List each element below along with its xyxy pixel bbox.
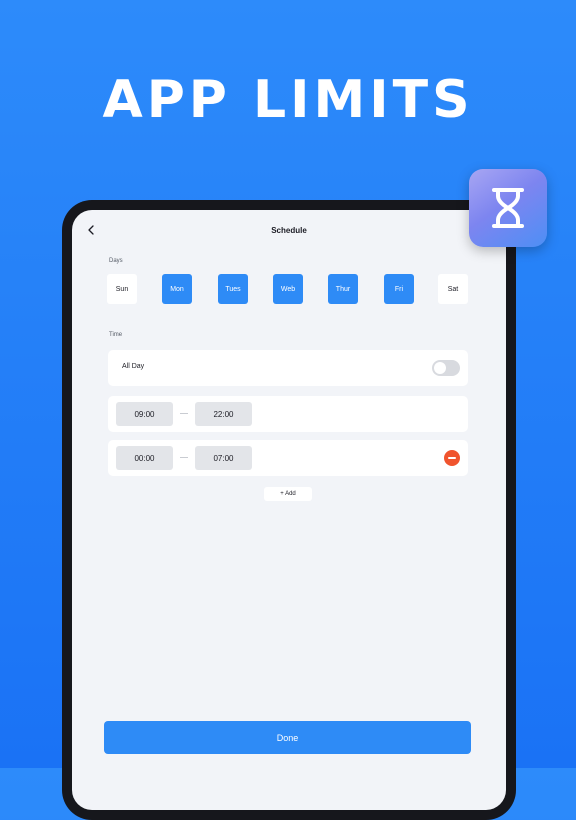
- toggle-knob: [434, 362, 446, 374]
- day-label: Sat: [447, 285, 459, 293]
- minus-icon: [448, 457, 456, 459]
- day-label: Thur: [335, 285, 351, 293]
- start-time-field[interactable]: 00:00: [116, 446, 173, 470]
- remove-range-button[interactable]: [444, 450, 460, 466]
- day-label: Mon: [170, 285, 184, 293]
- day-label: Web: [280, 285, 296, 293]
- day-label: Sun: [115, 285, 129, 293]
- range-separator: [180, 457, 188, 458]
- days-section-label: Days: [109, 258, 123, 264]
- all-day-label: All Day: [122, 363, 145, 370]
- day-thur[interactable]: Thur: [328, 274, 358, 304]
- day-sat[interactable]: Sat: [438, 274, 468, 304]
- day-label: Tues: [225, 285, 241, 293]
- schedule-screen: Schedule Days Sun Mon Tues Web Thur Fri …: [72, 210, 506, 810]
- start-time-value: 09:00: [134, 409, 155, 419]
- day-label: Fri: [394, 285, 404, 293]
- start-time-value: 00:00: [134, 453, 155, 463]
- end-time-field[interactable]: 22:00: [195, 402, 252, 426]
- day-mon[interactable]: Mon: [162, 274, 192, 304]
- start-time-field[interactable]: 09:00: [116, 402, 173, 426]
- range-separator: [180, 413, 188, 414]
- app-icon: [469, 169, 547, 247]
- page-title: Schedule: [271, 226, 307, 235]
- end-time-value: 22:00: [213, 409, 234, 419]
- all-day-row: All Day: [108, 350, 468, 386]
- all-day-toggle[interactable]: [432, 360, 460, 376]
- day-fri[interactable]: Fri: [384, 274, 414, 304]
- headline: APP LIMITS: [102, 70, 474, 130]
- time-section-label: Time: [109, 332, 123, 338]
- time-range-row: 00:00 07:00: [108, 440, 468, 476]
- day-wed[interactable]: Web: [273, 274, 303, 304]
- day-sun[interactable]: Sun: [107, 274, 137, 304]
- hourglass-icon: [492, 188, 524, 228]
- end-time-field[interactable]: 07:00: [195, 446, 252, 470]
- end-time-value: 07:00: [213, 453, 234, 463]
- add-time-range-button[interactable]: + Add: [264, 487, 312, 501]
- time-range-row: 09:00 22:00: [108, 396, 468, 432]
- done-button[interactable]: Done: [104, 721, 471, 754]
- day-tues[interactable]: Tues: [218, 274, 248, 304]
